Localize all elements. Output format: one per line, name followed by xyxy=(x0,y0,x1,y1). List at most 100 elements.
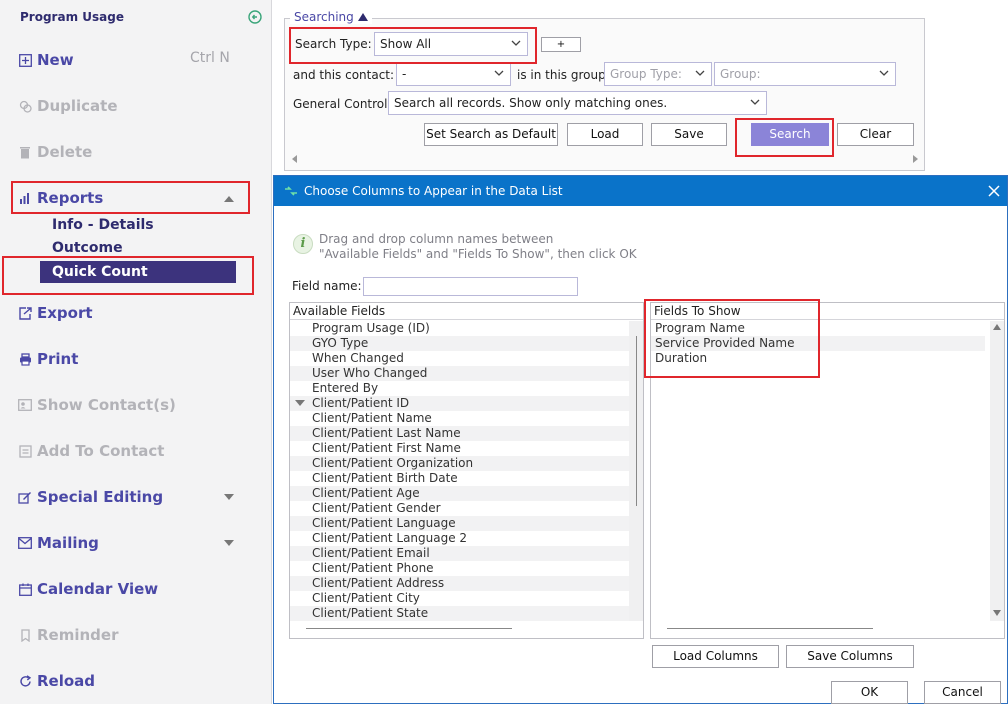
sidebar-item-reload[interactable]: Reload xyxy=(16,668,95,694)
cancel-button[interactable]: Cancel xyxy=(924,681,1001,704)
sidebar-item-duplicate[interactable]: Duplicate xyxy=(16,93,118,119)
new-shortcut: Ctrl N xyxy=(190,50,230,66)
sidebar-item-show-contacts[interactable]: Show Contact(s) xyxy=(16,392,176,418)
sidebar-item-label: Delete xyxy=(37,143,93,161)
columns-icon xyxy=(285,186,297,196)
close-icon[interactable] xyxy=(987,184,1001,198)
caret-down-icon[interactable] xyxy=(222,536,236,550)
chevron-down-icon xyxy=(879,70,889,76)
field-name-input[interactable] xyxy=(363,277,578,296)
available-field-label: Client/Patient Phone xyxy=(312,561,434,575)
available-field-label: User Who Changed xyxy=(312,366,428,380)
add-search-button[interactable]: + xyxy=(541,37,581,52)
highlight-box xyxy=(11,181,250,214)
available-field-item[interactable]: Client/Patient Name xyxy=(290,411,643,426)
horizontal-scrollbar[interactable] xyxy=(306,628,512,629)
vertical-scrollbar[interactable] xyxy=(990,321,1004,621)
caret-down-icon[interactable] xyxy=(222,490,236,504)
sidebar-item-new[interactable]: New xyxy=(16,47,74,73)
available-fields-list[interactable]: Available Fields Program Usage (ID) GYO T… xyxy=(289,302,644,639)
available-field-item[interactable]: Client/Patient Language xyxy=(290,516,643,531)
highlight-box xyxy=(2,256,254,295)
load-search-button[interactable]: Load xyxy=(567,123,643,146)
available-field-label: Entered By xyxy=(312,381,379,395)
available-field-label: Client/Patient Birth Date xyxy=(312,471,458,485)
available-field-item[interactable]: GYO Type xyxy=(290,336,643,351)
highlight-box xyxy=(644,299,820,378)
chevron-down-icon xyxy=(494,70,504,76)
group-label: is in this group: xyxy=(517,68,610,82)
available-field-item[interactable]: Client/Patient Organization xyxy=(290,456,643,471)
sidebar-item-label: Add To Contact xyxy=(37,442,165,460)
available-field-item[interactable]: When Changed xyxy=(290,351,643,366)
sidebar-item-label: Calendar View xyxy=(37,580,159,598)
sidebar-item-add-to-contact[interactable]: Add To Contact xyxy=(16,438,164,464)
available-field-item[interactable]: Program Usage (ID) xyxy=(290,321,643,336)
sidebar-item-label: Export xyxy=(37,304,93,322)
available-field-item[interactable]: User Who Changed xyxy=(290,366,643,381)
available-field-item[interactable]: Client/Patient Birth Date xyxy=(290,471,643,486)
available-field-label: When Changed xyxy=(312,351,404,365)
sidebar-item-reminder[interactable]: Reminder xyxy=(16,622,118,648)
sidebar-item-special-editing[interactable]: Special Editing xyxy=(16,484,163,510)
sidebar-item-delete[interactable]: Delete xyxy=(16,139,92,165)
available-field-label: Client/Patient Age xyxy=(312,486,420,500)
group-select[interactable]: Group: xyxy=(714,62,896,86)
clear-search-button[interactable]: Clear xyxy=(837,123,914,146)
available-field-item[interactable]: Client/Patient Language 2 xyxy=(290,531,643,546)
sidebar-item-label: Mailing xyxy=(37,534,99,552)
collapse-triangle-icon[interactable] xyxy=(357,12,368,21)
available-field-item[interactable]: Client/Patient ID xyxy=(290,396,643,411)
calendar-icon xyxy=(16,580,34,598)
scroll-right-icon[interactable] xyxy=(911,155,919,163)
scroll-up-icon[interactable] xyxy=(993,323,1001,331)
expand-triangle-icon[interactable] xyxy=(295,400,305,406)
sidebar-item-mailing[interactable]: Mailing xyxy=(16,530,99,556)
available-field-label: Client/Patient Email xyxy=(312,546,430,560)
dialog-title-bar[interactable]: Choose Columns to Appear in the Data Lis… xyxy=(274,176,1007,206)
printer-icon xyxy=(16,350,34,368)
load-columns-button[interactable]: Load Columns xyxy=(652,645,779,668)
available-field-item[interactable]: Client/Patient Address xyxy=(290,576,643,591)
available-field-label: Client/Patient First Name xyxy=(312,441,461,455)
available-field-label: GYO Type xyxy=(312,336,369,350)
available-field-item[interactable]: Client/Patient First Name xyxy=(290,441,643,456)
available-field-item[interactable]: Client/Patient State xyxy=(290,606,643,621)
collapse-sidebar-icon[interactable] xyxy=(248,10,262,24)
sidebar-item-calendar-view[interactable]: Calendar View xyxy=(16,576,158,602)
available-field-item[interactable]: Client/Patient Phone xyxy=(290,561,643,576)
save-search-button[interactable]: Save xyxy=(651,123,727,146)
available-field-label: Program Usage (ID) xyxy=(312,321,430,335)
scroll-down-icon[interactable] xyxy=(993,609,1001,617)
available-field-label: Client/Patient Language 2 xyxy=(312,531,468,545)
report-subitem-outcome[interactable]: Outcome xyxy=(52,240,123,256)
available-field-label: Client/Patient Address xyxy=(312,576,445,590)
group-type-placeholder: Group Type: xyxy=(610,67,682,81)
plus-square-icon xyxy=(16,51,34,69)
available-field-item[interactable]: Entered By xyxy=(290,381,643,396)
general-control-select[interactable]: Search all records. Show only matching o… xyxy=(388,91,767,115)
horizontal-scrollbar[interactable] xyxy=(667,628,873,629)
sidebar-item-label: Show Contact(s) xyxy=(37,396,176,414)
scroll-thumb[interactable] xyxy=(636,336,637,506)
sidebar-item-label: Print xyxy=(37,350,79,368)
set-search-default-button[interactable]: Set Search as Default xyxy=(424,123,558,146)
report-subitem-info-details[interactable]: Info - Details xyxy=(52,217,154,233)
sidebar-item-print[interactable]: Print xyxy=(16,346,78,372)
available-field-item[interactable]: Client/Patient Gender xyxy=(290,501,643,516)
ok-button[interactable]: OK xyxy=(831,681,908,704)
search-legend[interactable]: Searching xyxy=(290,10,372,24)
available-field-item[interactable]: Client/Patient Age xyxy=(290,486,643,501)
scroll-left-icon[interactable] xyxy=(291,155,299,163)
choose-columns-dialog: Choose Columns to Appear in the Data Lis… xyxy=(273,175,1008,704)
contact-select[interactable]: - xyxy=(396,62,511,86)
save-columns-button[interactable]: Save Columns xyxy=(786,645,914,668)
mail-icon xyxy=(16,534,34,552)
hint-line-1: Drag and drop column names between xyxy=(319,232,554,246)
group-placeholder: Group: xyxy=(720,67,761,81)
group-type-select[interactable]: Group Type: xyxy=(604,62,712,86)
available-field-item[interactable]: Client/Patient Email xyxy=(290,546,643,561)
available-field-item[interactable]: Client/Patient City xyxy=(290,591,643,606)
available-field-item[interactable]: Client/Patient Last Name xyxy=(290,426,643,441)
sidebar-item-export[interactable]: Export xyxy=(16,300,93,326)
